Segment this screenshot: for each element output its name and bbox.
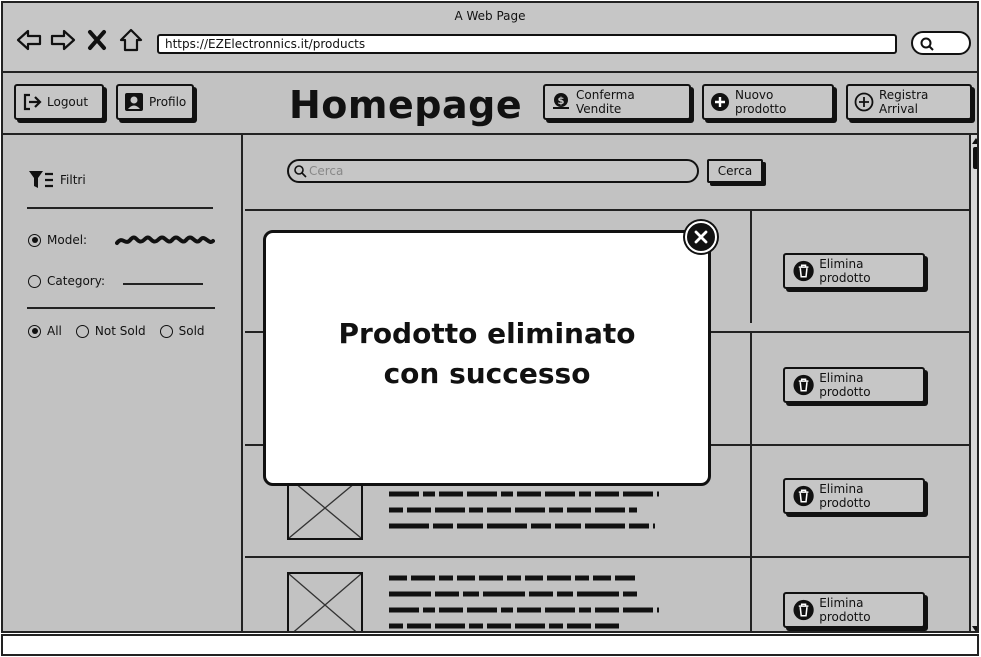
- divider: [27, 307, 215, 309]
- register-arrival-label: Registra Arrival: [879, 88, 929, 116]
- product-description-scribble: [389, 575, 659, 629]
- filter-icon: [29, 171, 53, 188]
- radio-not-sold[interactable]: [75, 324, 89, 338]
- product-image-placeholder: [287, 572, 363, 631]
- profile-label: Profilo: [149, 95, 187, 109]
- category-filter[interactable]: Category:: [28, 274, 105, 288]
- model-value-scribble: [115, 235, 215, 245]
- search-button[interactable]: Cerca: [707, 159, 763, 183]
- trash-icon: [793, 599, 814, 621]
- delete-label: Elimina prodotto: [819, 371, 871, 399]
- radio-sold[interactable]: [159, 324, 173, 338]
- category-radio[interactable]: [28, 274, 41, 288]
- search-icon: [920, 37, 934, 51]
- svg-text:$: $: [558, 96, 565, 107]
- modal-close-button[interactable]: [685, 221, 717, 253]
- delete-product-button[interactable]: Elimina prodotto: [783, 592, 925, 628]
- search-icon: [294, 165, 307, 178]
- confirm-sales-button[interactable]: $ Conferma Vendite: [543, 84, 691, 120]
- browser-chrome: A Web Page https://EZElectronnics.it/pro…: [3, 3, 977, 73]
- vertical-scrollbar[interactable]: [969, 135, 979, 633]
- search-input[interactable]: Cerca: [287, 159, 699, 183]
- close-icon: [694, 230, 708, 244]
- sold-option-sold[interactable]: Sold: [159, 324, 205, 338]
- model-radio[interactable]: [28, 233, 41, 247]
- arrow-left-icon[interactable]: [15, 26, 43, 54]
- browser-search[interactable]: [911, 31, 971, 55]
- page-title: Homepage: [289, 83, 523, 127]
- plus-icon: [711, 93, 729, 111]
- filters-label: Filtri: [60, 173, 86, 187]
- scrollbar-thumb[interactable]: [973, 147, 977, 169]
- delete-label: Elimina prodotto: [819, 482, 871, 510]
- delete-product-button[interactable]: Elimina prodotto: [783, 478, 925, 514]
- register-arrival-button[interactable]: Registra Arrival: [846, 84, 972, 120]
- column-divider: [750, 211, 752, 323]
- divider: [27, 207, 213, 209]
- close-icon[interactable]: [83, 26, 111, 54]
- new-product-button[interactable]: Nuovo prodotto: [702, 84, 834, 120]
- dollar-icon: $: [553, 93, 569, 109]
- column-divider: [750, 446, 752, 558]
- modal-message: Prodotto eliminato con successo: [338, 317, 636, 390]
- category-label: Category:: [47, 274, 105, 288]
- option-label: Not Sold: [94, 324, 146, 338]
- window-title: A Web Page: [454, 9, 526, 23]
- nav-controls: [15, 25, 145, 55]
- option-label: Sold: [178, 324, 205, 338]
- filters-header: Filtri: [28, 169, 86, 191]
- trash-icon: [793, 260, 814, 282]
- table-row: Elimina prodotto: [245, 556, 969, 631]
- home-icon[interactable]: [117, 26, 145, 54]
- logout-label: Logout: [47, 95, 89, 109]
- confirm-sales-label: Conferma Vendite: [576, 88, 635, 116]
- delete-product-button[interactable]: Elimina prodotto: [783, 367, 925, 403]
- column-divider: [750, 333, 752, 445]
- filters-sidebar: Filtri Model: Category: All Not Sold Sol…: [3, 135, 243, 631]
- scroll-up-icon[interactable]: [971, 136, 979, 146]
- logout-icon: [23, 93, 42, 111]
- profile-button[interactable]: Profilo: [116, 84, 194, 120]
- delete-label: Elimina prodotto: [819, 596, 871, 624]
- category-value-line: [123, 283, 203, 285]
- sold-option-all[interactable]: All: [28, 324, 62, 338]
- user-icon: [125, 93, 143, 111]
- radio-all[interactable]: [28, 324, 41, 338]
- model-filter[interactable]: Model:: [28, 233, 87, 247]
- sold-status-filter: All Not Sold Sold: [28, 324, 219, 338]
- delete-product-button[interactable]: Elimina prodotto: [783, 253, 925, 289]
- success-modal: Prodotto eliminato con successo: [263, 230, 711, 486]
- sold-option-not-sold[interactable]: Not Sold: [75, 324, 146, 338]
- new-product-label: Nuovo prodotto: [735, 88, 787, 116]
- model-label: Model:: [47, 233, 88, 247]
- delete-label: Elimina prodotto: [819, 257, 871, 285]
- scroll-down-icon[interactable]: [971, 624, 979, 633]
- status-bar: [1, 634, 979, 656]
- plus-circle-icon: [854, 92, 874, 112]
- trash-icon: [793, 374, 814, 396]
- address-bar[interactable]: https://EZElectronnics.it/products: [157, 34, 897, 54]
- arrow-right-icon[interactable]: [49, 26, 77, 54]
- column-divider: [750, 558, 752, 631]
- logout-button[interactable]: Logout: [14, 84, 104, 120]
- product-description-scribble: [389, 491, 659, 529]
- option-label: All: [47, 324, 62, 338]
- trash-icon: [793, 485, 814, 507]
